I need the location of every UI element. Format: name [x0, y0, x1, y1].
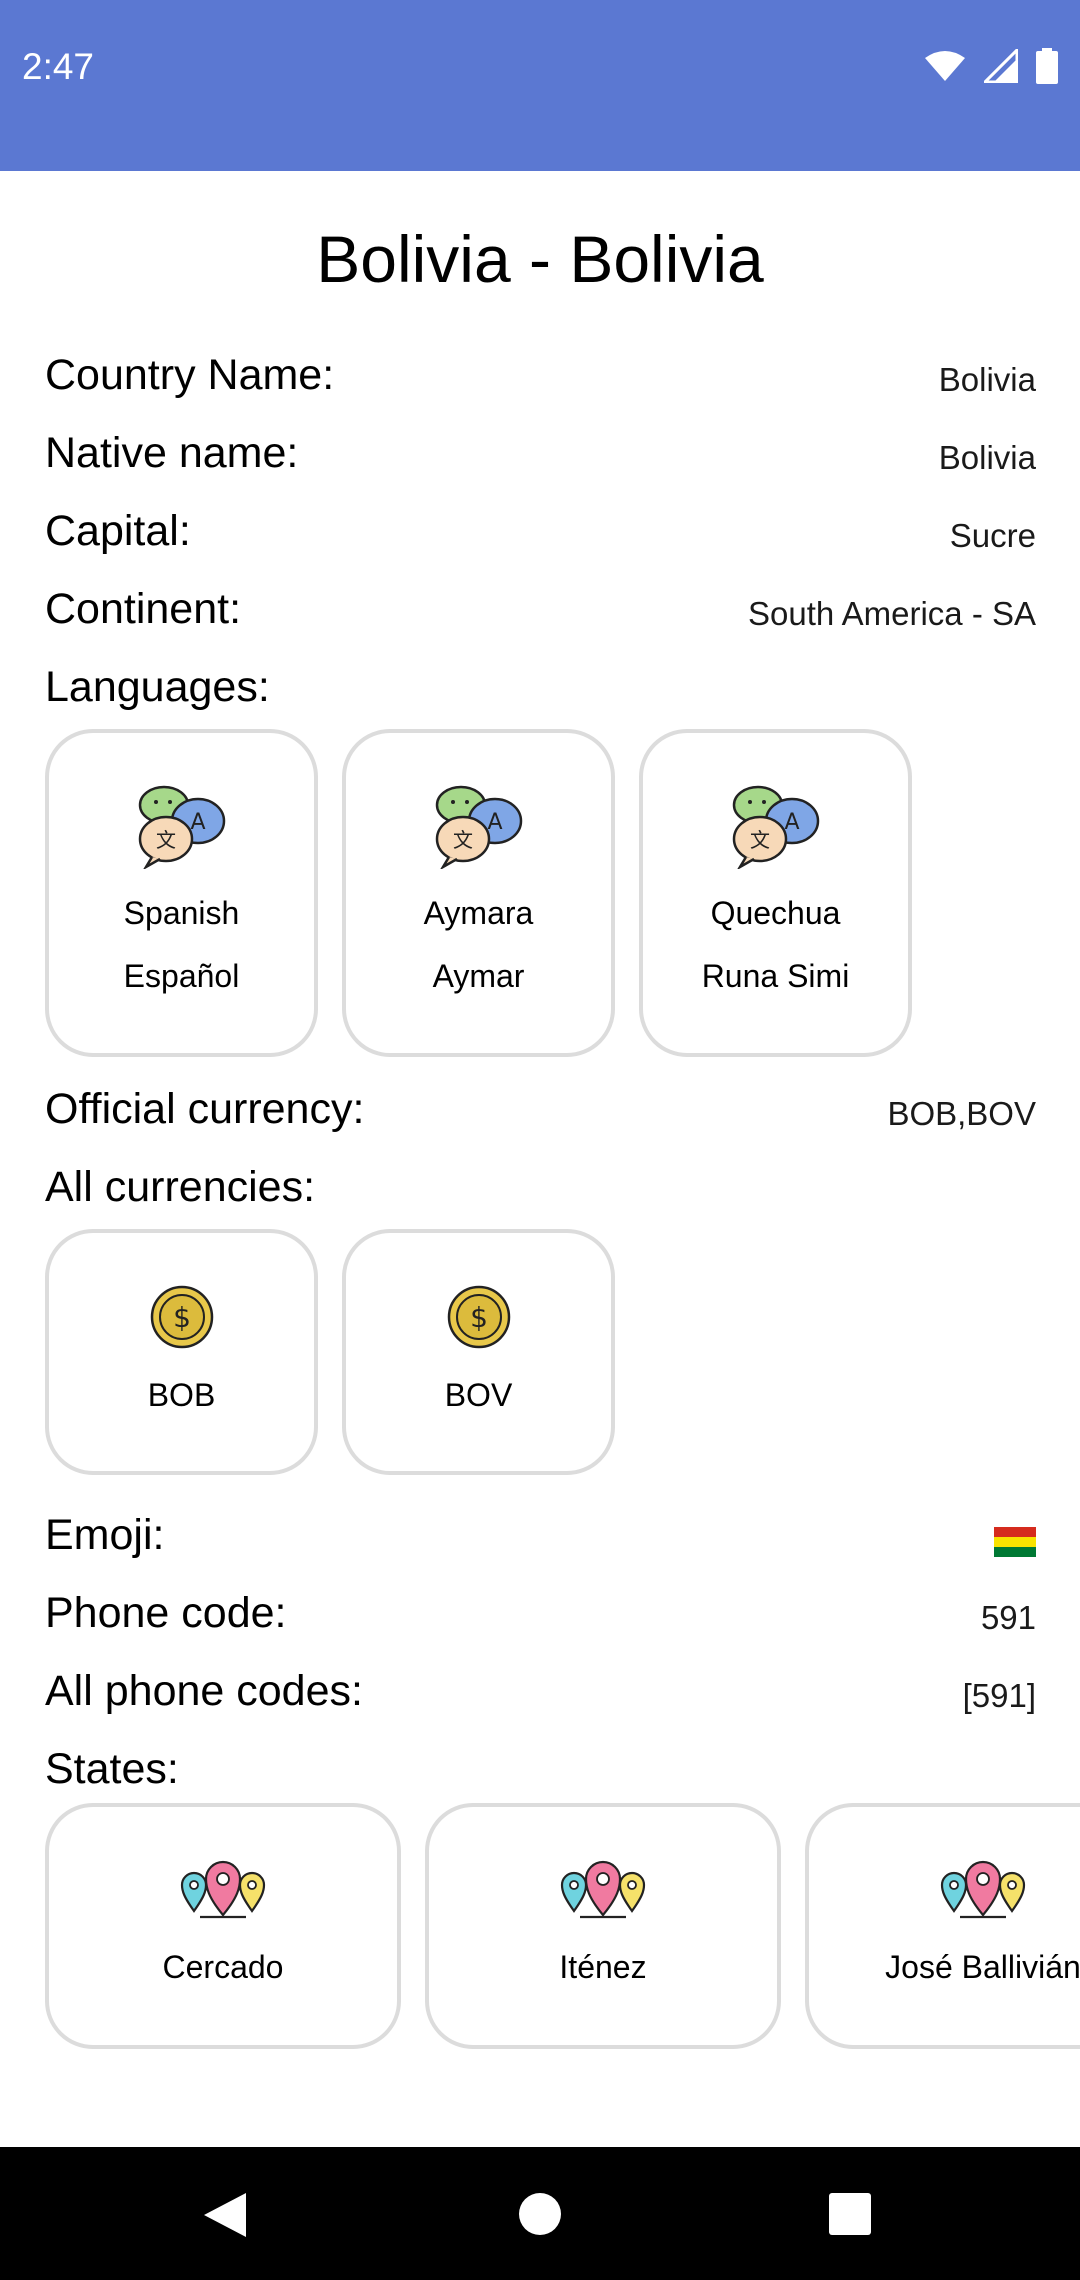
cellular-signal-icon — [984, 49, 1018, 83]
languages-list: A 文 Spanish Español A 文 Aymara Aymar A 文… — [45, 729, 912, 1057]
state-card[interactable]: José Ballivián — [805, 1803, 1080, 2049]
home-icon[interactable] — [517, 2191, 563, 2237]
phone-code-label: Phone code: — [45, 1589, 287, 1637]
emoji-row: Emoji: — [45, 1511, 1036, 1571]
map-pins-icon — [180, 1860, 266, 1919]
capital-row: Capital: Sucre — [45, 507, 1036, 567]
capital-label: Capital: — [45, 507, 191, 555]
phone-code-value: 591 — [980, 1599, 1036, 1636]
currency-card[interactable]: $ BOV — [342, 1229, 615, 1475]
currency-code: BOV — [444, 1377, 513, 1413]
translate-icon: A 文 — [138, 785, 225, 869]
state-card[interactable]: Iténez — [425, 1803, 781, 2049]
states-row: States: — [45, 1745, 1036, 1805]
states-label: States: — [45, 1745, 179, 1793]
state-card[interactable]: Cercado — [45, 1803, 401, 2049]
states-list[interactable]: Cercado Iténez José Ballivián — [45, 1803, 1080, 2049]
coin-icon: $ — [447, 1285, 510, 1349]
currency-code: BOB — [147, 1377, 216, 1413]
svg-text:$: $ — [470, 1301, 488, 1334]
bolivia-flag-icon — [994, 1527, 1036, 1557]
native-name-value: Bolivia — [938, 439, 1036, 476]
native-name-row: Native name: Bolivia — [45, 429, 1036, 489]
all-phone-codes-label: All phone codes: — [45, 1667, 363, 1715]
country-name-label: Country Name: — [45, 351, 335, 399]
official-currency-label: Official currency: — [45, 1085, 365, 1133]
languages-label: Languages: — [45, 663, 270, 711]
svg-text:A: A — [784, 810, 799, 835]
svg-text:A: A — [190, 810, 205, 835]
country-detail[interactable]: Bolivia - Bolivia Country Name: Bolivia … — [0, 171, 1080, 2147]
navigation-bar — [0, 2147, 1080, 2280]
svg-text:文: 文 — [156, 828, 176, 852]
translate-icon: A 文 — [435, 785, 522, 869]
capital-value: Sucre — [949, 517, 1036, 554]
all-phone-codes-row: All phone codes: [591] — [45, 1667, 1036, 1727]
language-name: Aymara — [423, 895, 534, 931]
all-phone-codes-value: [591] — [962, 1677, 1036, 1714]
map-pins-icon — [940, 1860, 1026, 1919]
country-name-value: Bolivia — [938, 361, 1036, 398]
official-currency-value: BOB,BOV — [887, 1095, 1036, 1132]
language-card[interactable]: A 文 Spanish Español — [45, 729, 318, 1057]
language-native-name: Aymar — [432, 958, 525, 994]
language-name: Spanish — [123, 895, 240, 931]
continent-value: South America - SA — [748, 595, 1036, 632]
state-name: José Ballivián — [885, 1949, 1080, 1985]
native-name-label: Native name: — [45, 429, 299, 477]
svg-text:$: $ — [173, 1301, 191, 1334]
battery-icon — [1036, 48, 1058, 84]
language-native-name: Runa Simi — [701, 958, 850, 994]
back-icon[interactable] — [202, 2191, 248, 2239]
emoji-label: Emoji: — [45, 1511, 165, 1559]
language-card[interactable]: A 文 Aymara Aymar — [342, 729, 615, 1057]
continent-label: Continent: — [45, 585, 242, 633]
language-name: Quechua — [710, 895, 841, 931]
wifi-icon — [925, 51, 965, 81]
svg-text:A: A — [487, 810, 502, 835]
country-name-row: Country Name: Bolivia — [45, 351, 1036, 411]
svg-text:文: 文 — [750, 828, 770, 852]
state-name: Iténez — [559, 1949, 647, 1985]
phone-code-row: Phone code: 591 — [45, 1589, 1036, 1649]
all-currencies-row: All currencies: — [45, 1163, 1036, 1223]
official-currency-row: Official currency: BOB,BOV — [45, 1085, 1036, 1145]
page-title: Bolivia - Bolivia — [316, 222, 764, 296]
continent-row: Continent: South America - SA — [45, 585, 1036, 645]
translate-icon: A 文 — [732, 785, 819, 869]
languages-row: Languages: — [45, 663, 1036, 723]
currencies-list: $ BOB $ BOV — [45, 1229, 615, 1475]
coin-icon: $ — [150, 1285, 213, 1349]
language-card[interactable]: A 文 Quechua Runa Simi — [639, 729, 912, 1057]
status-bar: 2:47 — [0, 0, 1080, 171]
map-pins-icon — [560, 1860, 646, 1919]
status-icons — [924, 48, 1058, 84]
status-time: 2:47 — [22, 46, 95, 87]
all-currencies-label: All currencies: — [45, 1163, 316, 1211]
state-name: Cercado — [162, 1949, 284, 1985]
svg-text:文: 文 — [453, 828, 473, 852]
currency-card[interactable]: $ BOB — [45, 1229, 318, 1475]
recents-icon[interactable] — [829, 2193, 871, 2235]
language-native-name: Español — [123, 958, 240, 994]
emoji-value — [994, 1527, 1036, 1565]
